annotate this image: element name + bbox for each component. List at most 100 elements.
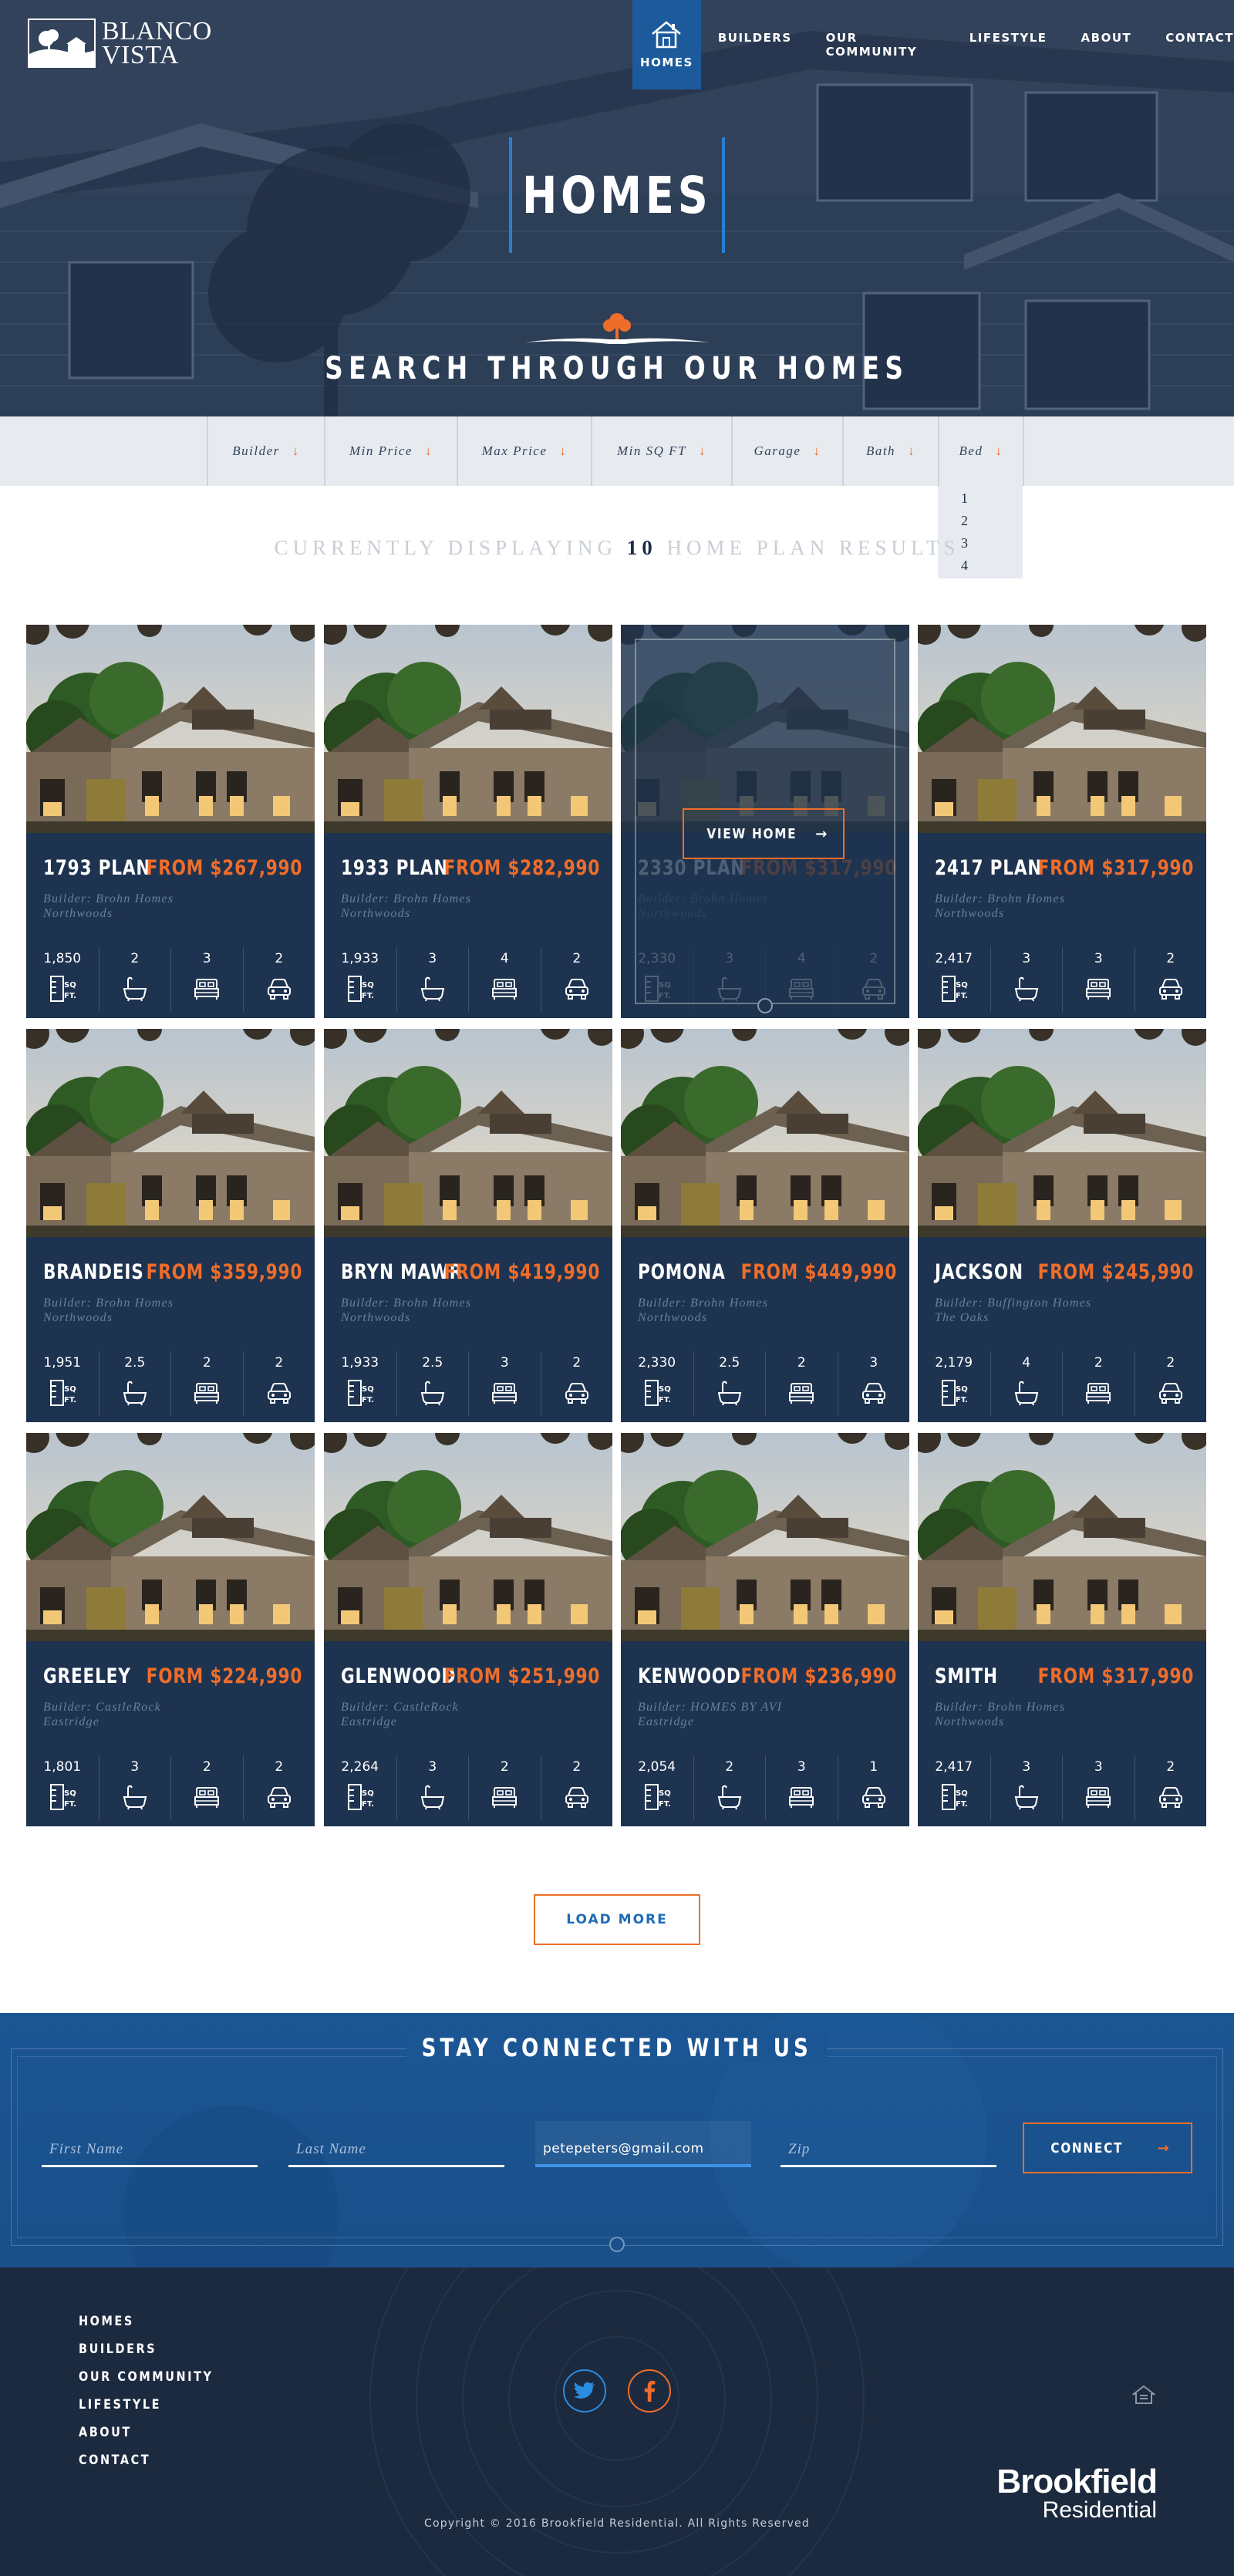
- nav-item-our-community[interactable]: OUR COMMUNITY: [826, 0, 936, 59]
- footer-link-lifestyle[interactable]: LIFESTYLE: [79, 2391, 214, 2419]
- home-builder: Builder: HOMES BY AVI Eastridge: [638, 1700, 782, 1729]
- filter-min-price-label: Min Price: [349, 443, 413, 458]
- car-icon: [565, 979, 588, 1000]
- twitter-icon: [574, 2382, 595, 2399]
- sqft-icon: SQ. FT.: [941, 1380, 968, 1406]
- home-card[interactable]: BRANDEIS FROM $359,990 Builder: Brohn Ho…: [26, 1029, 315, 1422]
- home-name: GLENWOOD: [341, 1664, 457, 1688]
- svg-text:FT.: FT.: [64, 1800, 76, 1809]
- first-name-input[interactable]: First Name: [42, 2121, 258, 2167]
- filter-bath[interactable]: Bath ↓: [842, 416, 938, 486]
- home-card[interactable]: KENWOOD FROM $236,990 Builder: HOMES BY …: [621, 1433, 909, 1826]
- home-card[interactable]: GLENWOOD FROM $251,990 Builder: CastleRo…: [324, 1433, 612, 1826]
- email-input[interactable]: petepeters@gmail.com: [535, 2121, 751, 2167]
- home-builder: Builder: Brohn Homes Northwoods: [43, 892, 174, 921]
- home-card[interactable]: 1793 PLAN FROM $267,990 Builder: Brohn H…: [26, 625, 315, 1018]
- home-price: FROM $419,990: [443, 1260, 600, 1284]
- load-more-button[interactable]: LOAD MORE: [534, 1894, 700, 1945]
- home-community: Eastridge: [43, 1715, 100, 1728]
- footer-link-about[interactable]: ABOUT: [79, 2419, 214, 2446]
- home-builder: Builder: Buffington Homes The Oaks: [935, 1296, 1091, 1325]
- zip-input[interactable]: Zip: [781, 2121, 996, 2167]
- stat-garage-value: 2: [572, 1355, 582, 1371]
- filter-min-sqft[interactable]: Min SQ FT ↓: [591, 416, 731, 486]
- view-home-button[interactable]: VIEW HOME →: [683, 808, 845, 859]
- filter-garage[interactable]: Garage ↓: [731, 416, 842, 486]
- bed-icon: [194, 1787, 220, 1808]
- bed-icon: [194, 979, 220, 1000]
- sqft-icon: SQ. FT.: [941, 1784, 968, 1810]
- home-card[interactable]: 2330 PLAN FROM $317,990 Builder: Brohn H…: [621, 625, 909, 1018]
- connect-button-label: CONNECT: [1050, 2139, 1124, 2156]
- svg-text:FT.: FT.: [362, 992, 374, 1000]
- stat-garage-value: 1: [869, 1759, 878, 1775]
- stat-bed: 4: [468, 947, 541, 1012]
- stat-garage-value: 2: [1166, 1759, 1175, 1775]
- car-icon: [1158, 1383, 1182, 1404]
- nav-item-about[interactable]: ABOUT: [1081, 0, 1132, 45]
- results-count: CURRENTLY DISPLAYING 10 HOME PLAN RESULT…: [0, 536, 1234, 560]
- home-photo: [26, 1029, 315, 1237]
- stat-bath: 4: [990, 1351, 1063, 1416]
- stat-bed: 2: [170, 1351, 243, 1416]
- svg-text:SQ.: SQ.: [64, 981, 76, 990]
- home-community: Northwoods: [935, 907, 1005, 920]
- home-community: Northwoods: [43, 1311, 113, 1324]
- filter-min-price[interactable]: Min Price ↓: [324, 416, 457, 486]
- nav-item-builders[interactable]: BUILDERS: [718, 0, 792, 45]
- sqft-icon: SQ. FT.: [941, 976, 968, 1002]
- svg-text:SQ.: SQ.: [956, 1789, 968, 1798]
- home-photo: [26, 625, 315, 833]
- home-stats: 1,951 SQ. FT. 2.5 2 2: [26, 1351, 315, 1416]
- site-logo[interactable]: BLANCO VISTA: [28, 19, 212, 69]
- filter-bed[interactable]: Bed ↓: [938, 416, 1024, 486]
- stat-sqft-value: 2,417: [935, 951, 973, 966]
- stat-garage-value: 2: [572, 1759, 582, 1775]
- stat-bath: 2.5: [693, 1351, 766, 1416]
- bath-icon: [1014, 1381, 1038, 1406]
- home-card[interactable]: BRYN MAWR FROM $419,990 Builder: Brohn H…: [324, 1029, 612, 1422]
- home-builder-name: Builder: Brohn Homes: [341, 892, 472, 905]
- results-prefix: CURRENTLY DISPLAYING: [274, 536, 618, 559]
- home-card[interactable]: 2417 PLAN FROM $317,990 Builder: Brohn H…: [918, 625, 1206, 1018]
- filter-builder[interactable]: Builder ↓: [207, 416, 324, 486]
- car-icon: [267, 979, 291, 1000]
- home-price: FORM $224,990: [146, 1664, 302, 1688]
- nav-item-homes[interactable]: HOMES: [632, 0, 701, 89]
- stat-bed: 2: [170, 1755, 243, 1820]
- svg-text:SQ.: SQ.: [362, 1789, 374, 1798]
- filter-max-price[interactable]: Max Price ↓: [457, 416, 591, 486]
- home-card[interactable]: POMONA FROM $449,990 Builder: Brohn Home…: [621, 1029, 909, 1422]
- stat-bed: 2: [468, 1755, 541, 1820]
- footer-link-contact[interactable]: CONTACT: [79, 2446, 214, 2474]
- home-card[interactable]: 1933 PLAN FROM $282,990 Builder: Brohn H…: [324, 625, 612, 1018]
- home-stats: 2,417 SQ. FT. 3 3 2: [918, 947, 1206, 1012]
- page-title: HOMES: [509, 137, 725, 253]
- connect-button[interactable]: CONNECT →: [1023, 2123, 1192, 2173]
- brookfield-logo[interactable]: Brookfield Residential: [972, 2465, 1158, 2522]
- stat-garage: 2: [1134, 1351, 1207, 1416]
- footer-link-homes[interactable]: HOMES: [79, 2308, 214, 2335]
- nav-item-lifestyle[interactable]: LIFESTYLE: [969, 0, 1047, 45]
- bath-icon: [123, 1785, 147, 1810]
- home-name: 1933 PLAN: [341, 856, 449, 880]
- home-community: The Oaks: [935, 1311, 990, 1324]
- chevron-down-icon: ↓: [424, 443, 433, 458]
- last-name-input[interactable]: Last Name: [288, 2121, 504, 2167]
- footer-link-our-community[interactable]: OUR COMMUNITY: [79, 2363, 214, 2391]
- twitter-button[interactable]: [563, 2369, 606, 2412]
- sqft-icon: SQ. FT.: [644, 1380, 671, 1406]
- stat-bath-value: 4: [1022, 1355, 1031, 1371]
- bed-option-2[interactable]: 2: [961, 510, 1023, 532]
- nav-item-contact[interactable]: CONTACT: [1165, 0, 1234, 45]
- stat-sqft-value: 2,264: [341, 1759, 379, 1775]
- home-card[interactable]: GREELEY FORM $224,990 Builder: CastleRoc…: [26, 1433, 315, 1826]
- copyright-text: Copyright © 2016 Brookfield Residential.…: [424, 2517, 810, 2530]
- home-card[interactable]: SMITH FROM $317,990 Builder: Brohn Homes…: [918, 1433, 1206, 1826]
- home-community: Northwoods: [638, 1311, 708, 1324]
- facebook-button[interactable]: [628, 2369, 671, 2412]
- footer-link-builders[interactable]: BUILDERS: [79, 2335, 214, 2363]
- home-builder: Builder: Brohn Homes Northwoods: [935, 892, 1065, 921]
- bed-option-1[interactable]: 1: [961, 487, 1023, 510]
- home-card[interactable]: JACKSON FROM $245,990 Builder: Buffingto…: [918, 1029, 1206, 1422]
